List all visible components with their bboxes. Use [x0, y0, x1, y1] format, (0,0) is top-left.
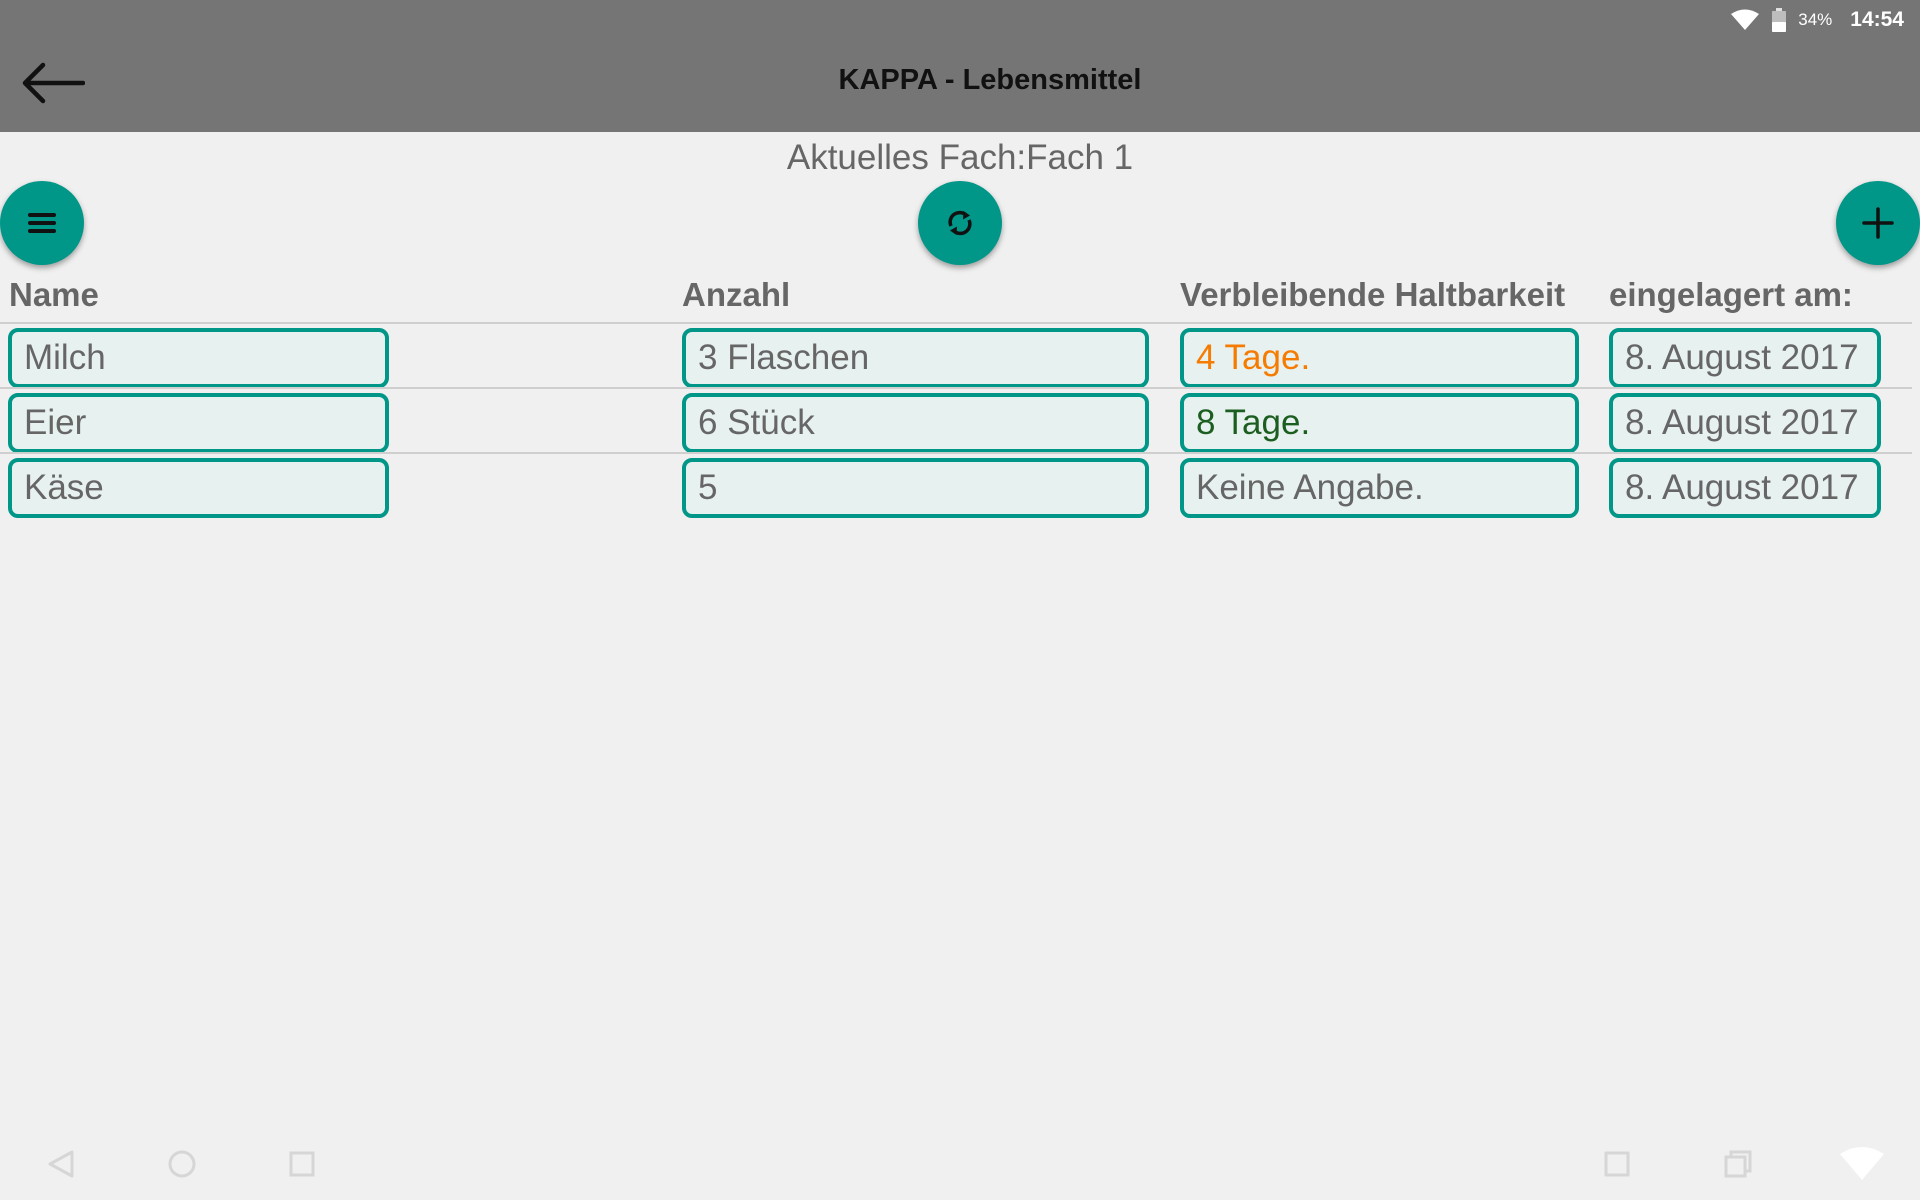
- name-field[interactable]: Eier: [8, 393, 389, 453]
- app-bar: 34% 14:54 KAPPA - Lebensmittel: [0, 0, 1920, 132]
- current-compartment-label: Aktuelles Fach:Fach 1: [786, 138, 1134, 177]
- name-field[interactable]: Käse: [8, 458, 389, 518]
- screenshot-button[interactable]: [1597, 1144, 1637, 1184]
- column-header-shelf-life: Verbleibende Haltbarkeit: [1180, 276, 1566, 313]
- nav-recents-button[interactable]: [282, 1144, 322, 1184]
- app-title: KAPPA - Lebensmittel: [838, 64, 1142, 96]
- menu-icon: [28, 213, 56, 233]
- shelf-life-field[interactable]: 4 Tage.: [1180, 328, 1579, 388]
- wifi-icon: [1731, 9, 1760, 30]
- nav-back-button[interactable]: [42, 1144, 82, 1184]
- clock: 14:54: [1850, 8, 1904, 31]
- column-header-stored-on: eingelagert am:: [1609, 276, 1853, 313]
- amount-field[interactable]: 5: [682, 458, 1149, 518]
- battery-icon: [1772, 8, 1787, 32]
- menu-button[interactable]: [0, 181, 84, 265]
- multi-window-button[interactable]: [1718, 1144, 1758, 1184]
- add-item-button[interactable]: [1836, 181, 1920, 265]
- multi-window-icon: [1724, 1150, 1752, 1178]
- food-table: Name Anzahl Verbleibende Haltbarkeit ein…: [0, 276, 1920, 518]
- wifi-icon: [1840, 1147, 1884, 1180]
- square-icon: [1604, 1151, 1630, 1177]
- table-header: Name Anzahl Verbleibende Haltbarkeit ein…: [0, 276, 1920, 324]
- stored-date-field[interactable]: 8. August 2017: [1609, 393, 1881, 453]
- stored-date-field[interactable]: 8. August 2017: [1609, 458, 1881, 518]
- table-row: Milch 3 Flaschen 4 Tage. 8. August 2017: [0, 322, 1912, 388]
- amount-field[interactable]: 3 Flaschen: [682, 328, 1149, 388]
- refresh-icon: [948, 210, 972, 236]
- column-header-name: Name: [9, 276, 99, 313]
- circle-home-icon: [168, 1150, 196, 1178]
- nav-home-button[interactable]: [162, 1144, 202, 1184]
- amount-field[interactable]: 6 Stück: [682, 393, 1149, 453]
- stored-date-field[interactable]: 8. August 2017: [1609, 328, 1881, 388]
- table-row: Käse 5 Keine Angabe. 8. August 2017: [0, 452, 1912, 518]
- triangle-back-icon: [48, 1150, 74, 1178]
- shelf-life-field[interactable]: Keine Angabe.: [1180, 458, 1579, 518]
- refresh-button[interactable]: [918, 181, 1002, 265]
- status-bar: 34% 14:54: [1730, 6, 1904, 34]
- wifi-nav-button[interactable]: [1838, 1144, 1886, 1184]
- navigation-bar: [0, 1130, 1920, 1200]
- square-recents-icon: [289, 1151, 315, 1177]
- shelf-life-field[interactable]: 8 Tage.: [1180, 393, 1579, 453]
- name-field[interactable]: Milch: [8, 328, 389, 388]
- column-header-amount: Anzahl: [682, 276, 791, 313]
- battery-percentage: 34%: [1798, 10, 1833, 29]
- plus-icon: [1862, 207, 1894, 239]
- table-row: Eier 6 Stück 8 Tage. 8. August 2017: [0, 387, 1912, 453]
